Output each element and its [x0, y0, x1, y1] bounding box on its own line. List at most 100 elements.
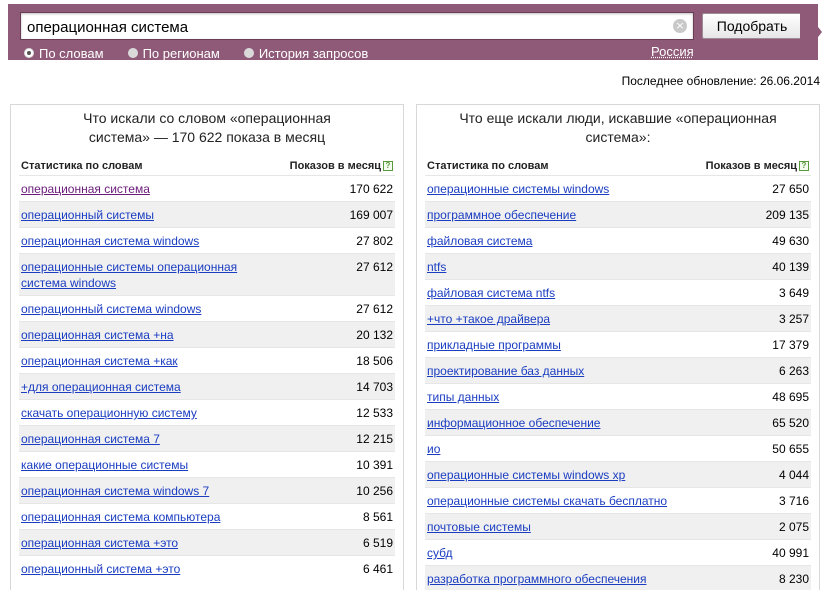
- region-selector-link[interactable]: Россия: [651, 44, 694, 59]
- phrase-link[interactable]: операционный система windows: [21, 301, 201, 317]
- last-updated-text: Последнее обновление: 26.06.2014: [621, 74, 820, 88]
- table-row: почтовые системы 2 075: [425, 513, 811, 539]
- table-row: разработка программного обеспечения 8 230: [425, 565, 811, 590]
- help-icon[interactable]: ?: [383, 161, 393, 171]
- table-row: операционная система компьютера 8 561: [19, 503, 395, 529]
- phrase-link[interactable]: операционная система windows 7: [21, 483, 209, 499]
- impressions-count: 27 650: [772, 182, 809, 196]
- phrase-link[interactable]: операционная система 7: [21, 431, 160, 447]
- radio-unchecked-icon[interactable]: [127, 48, 138, 58]
- table-row: +что +такое драйвера 3 257: [425, 305, 811, 331]
- impressions-count: 6 461: [362, 562, 393, 576]
- table-row: операционная система +на 20 132: [19, 321, 395, 347]
- impressions-count: 65 520: [772, 416, 809, 430]
- table-row: операционный система +это 6 461: [19, 555, 395, 581]
- phrase-link[interactable]: операционные системы скачать бесплатно: [427, 493, 667, 509]
- phrase-link[interactable]: прикладные программы: [427, 337, 561, 353]
- phrase-link[interactable]: операционная система компьютера: [21, 509, 220, 525]
- table-row: операционная система windows 27 802: [19, 227, 395, 253]
- mode-history[interactable]: История запросов: [243, 45, 369, 61]
- phrase-link[interactable]: операционные системы операционная систем…: [21, 259, 281, 291]
- phrase-link[interactable]: почтовые системы: [427, 519, 531, 535]
- mode-by-regions[interactable]: По регионам: [127, 45, 220, 61]
- impressions-count: 17 379: [772, 338, 809, 352]
- impressions-count: 4 044: [778, 468, 809, 482]
- impressions-count: 12 533: [356, 406, 393, 420]
- table-row: информационное обеспечение 65 520: [425, 409, 811, 435]
- phrase-link[interactable]: операционные системы windows xp: [427, 467, 625, 483]
- radio-checked-icon[interactable]: [24, 48, 34, 58]
- right-col-count-header: Показов в месяц ?: [706, 160, 809, 172]
- impressions-count: 18 506: [356, 354, 393, 368]
- phrase-link[interactable]: типы данных: [427, 389, 499, 405]
- phrase-link[interactable]: операционная система +как: [21, 353, 178, 369]
- impressions-count: 20 132: [356, 328, 393, 342]
- phrase-link[interactable]: операционная система: [21, 181, 150, 197]
- table-row: операционная система 170 622: [19, 175, 395, 201]
- right-stats-table: операционные системы windows 27 650 програ…: [425, 175, 811, 590]
- phrase-link[interactable]: ио: [427, 441, 440, 457]
- phrase-link[interactable]: операционные системы windows: [427, 181, 609, 197]
- phrase-link[interactable]: файловая система ntfs: [427, 285, 555, 301]
- left-col-words-header: Статистика по словам: [21, 160, 143, 172]
- table-row: файловая система 49 630: [425, 227, 811, 253]
- impressions-count: 8 230: [778, 572, 809, 586]
- impressions-count: 170 622: [349, 182, 393, 196]
- search-box: ×: [20, 12, 694, 40]
- header-arrow-decoration: [800, 4, 822, 60]
- table-row: операционная система +как 18 506: [19, 347, 395, 373]
- phrase-link[interactable]: +для операционная система: [21, 379, 181, 395]
- phrase-link[interactable]: субд: [427, 545, 452, 561]
- phrase-link[interactable]: операционная система +это: [21, 535, 178, 551]
- left-panel-title: Что искали со словом «операционная систе…: [83, 110, 331, 145]
- phrase-link[interactable]: программное обеспечение: [427, 207, 576, 223]
- table-row: проектирование баз данных 6 263: [425, 357, 811, 383]
- impressions-count: 10 256: [356, 484, 393, 498]
- impressions-count: 27 612: [356, 260, 393, 274]
- phrase-link[interactable]: операционный система +это: [21, 561, 180, 577]
- phrase-link[interactable]: какие операционные системы: [21, 457, 188, 473]
- table-row: ио 50 655: [425, 435, 811, 461]
- impressions-count: 49 630: [772, 234, 809, 248]
- table-row: ntfs 40 139: [425, 253, 811, 279]
- right-col-count-label: Показов в месяц: [705, 160, 797, 172]
- search-input[interactable]: [27, 17, 667, 37]
- phrase-link[interactable]: операционный системы: [21, 207, 154, 223]
- table-row: +для операционная система 14 703: [19, 373, 395, 399]
- impressions-count: 2 075: [778, 520, 809, 534]
- phrase-link[interactable]: операционная система windows: [21, 233, 199, 249]
- impressions-count: 209 135: [765, 208, 809, 222]
- table-row: операционный системы 169 007: [19, 201, 395, 227]
- table-row: операционная система +это 6 519: [19, 529, 395, 555]
- table-row: операционная система 7 12 215: [19, 425, 395, 451]
- impressions-count: 3 257: [778, 312, 809, 326]
- phrase-link[interactable]: скачать операционную систему: [21, 405, 197, 421]
- impressions-count: 48 695: [772, 390, 809, 404]
- also-searched-panel: Что еще искали люди, искавшие «операцион…: [416, 104, 820, 590]
- impressions-count: 3 716: [778, 494, 809, 508]
- impressions-count: 40 139: [772, 260, 809, 274]
- phrase-link[interactable]: информационное обеспечение: [427, 415, 600, 431]
- table-row: прикладные программы 17 379: [425, 331, 811, 357]
- impressions-count: 50 655: [772, 442, 809, 456]
- mode-by-words[interactable]: По словам: [24, 46, 104, 61]
- phrase-link[interactable]: операционная система +на: [21, 327, 174, 343]
- radio-unchecked-icon[interactable]: [243, 48, 254, 58]
- phrase-link[interactable]: ntfs: [427, 259, 446, 275]
- table-row: скачать операционную систему 12 533: [19, 399, 395, 425]
- impressions-count: 169 007: [349, 208, 393, 222]
- clear-input-icon[interactable]: ×: [673, 19, 687, 33]
- phrase-link[interactable]: проектирование баз данных: [427, 363, 584, 379]
- phrase-link[interactable]: разработка программного обеспечения: [427, 571, 646, 587]
- mode-history-label: История запросов: [258, 45, 369, 61]
- table-row: операционные системы windows 27 650: [425, 175, 811, 201]
- mode-by-regions-label: По регионам: [142, 45, 220, 61]
- phrase-link[interactable]: файловая система: [427, 233, 532, 249]
- left-stats-table: операционная система 170 622 операционный …: [19, 175, 395, 581]
- submit-button[interactable]: Подобрать: [702, 13, 802, 39]
- phrase-link[interactable]: +что +такое драйвера: [427, 311, 550, 327]
- left-col-count-label: Показов в месяц: [289, 160, 381, 172]
- help-icon[interactable]: ?: [799, 161, 809, 171]
- impressions-count: 27 612: [356, 302, 393, 316]
- search-header-bar: × Подобрать По словам По регионам Истори…: [8, 4, 818, 61]
